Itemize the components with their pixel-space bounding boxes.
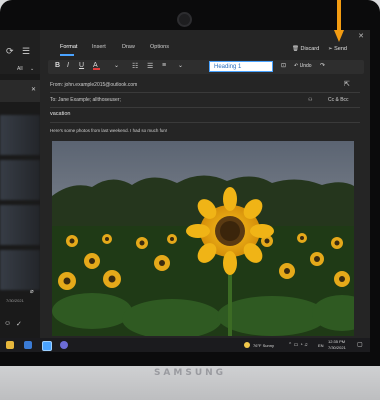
list-item[interactable] [0, 250, 40, 290]
from-field[interactable]: From: john.example2015@outlook.com [50, 82, 137, 88]
tab-insert[interactable]: Insert [92, 44, 106, 50]
close-window-icon[interactable]: ✕ [358, 32, 364, 40]
tab-draw[interactable]: Draw [122, 44, 135, 50]
redo-icon[interactable]: ↷ [320, 62, 325, 69]
taskbar: 76°F Sunny ⌃ ▭ ◔ ♫ EN 12:35 PM 7/30/2021… [0, 338, 370, 352]
ribbon-tabs: Format Insert Draw Options [40, 44, 370, 58]
send-label: Send [334, 46, 347, 52]
list-item[interactable] [0, 205, 40, 245]
list-item[interactable] [0, 115, 40, 155]
send-button[interactable]: ➢ Send [328, 46, 347, 52]
filter-dropdown[interactable]: All [17, 66, 23, 72]
active-tab-indicator [60, 54, 74, 56]
mail-icon[interactable] [42, 341, 52, 351]
chevron-down-icon[interactable]: ⌄ [178, 62, 183, 69]
tab-options[interactable]: Options [150, 44, 169, 50]
weather-icon[interactable] [244, 342, 250, 348]
popout-icon[interactable]: ⇱ [344, 80, 350, 88]
divider [50, 92, 360, 93]
discard-button[interactable]: 🗑 Discard [292, 46, 319, 52]
chevron-down-icon[interactable]: ⌄ [114, 62, 119, 69]
undo-label: Undo [299, 63, 312, 69]
chevron-down-icon[interactable]: ⌄ [30, 66, 34, 72]
compose-pane: ✕ Format Insert Draw Options 🗑 Discard ➢… [40, 30, 370, 338]
clock-time[interactable]: 12:35 PM [328, 339, 345, 344]
underline-button[interactable]: U [79, 62, 84, 69]
app-icon[interactable] [60, 341, 68, 349]
list-item[interactable] [0, 160, 40, 200]
bullets-icon[interactable]: ☷ [132, 62, 138, 70]
weather-text[interactable]: 76°F Sunny [253, 343, 274, 348]
divider [50, 107, 360, 108]
numbering-icon[interactable]: ☰ [147, 62, 153, 70]
language-indicator[interactable]: EN [318, 343, 324, 348]
people-icon[interactable]: ☺ [4, 320, 11, 327]
cc-bcc-button[interactable]: Cc & Bcc [328, 97, 349, 103]
tab-format[interactable]: Format [60, 44, 77, 50]
attachment-icon: ⌀ [30, 289, 34, 295]
close-icon[interactable]: ✕ [31, 86, 36, 93]
body-text[interactable]: Here's some photos from last weekend. I … [50, 128, 167, 133]
italic-button[interactable]: I [67, 62, 69, 69]
to-field[interactable]: To: Jane Example; allthoseuser; [50, 97, 121, 103]
screen: ⟳ ☰ All ⌄ ✕ ⌀ 7/30/2021 ☺ ✓ ✕ Format Ins… [0, 30, 370, 352]
bold-button[interactable]: B [55, 62, 60, 69]
clock-date[interactable]: 7/30/2021 [328, 345, 346, 350]
annotation-arrow [334, 0, 344, 42]
font-color-bar [93, 68, 100, 70]
align-icon[interactable]: ≡ [162, 62, 166, 69]
discard-label: Discard [300, 46, 320, 52]
undo-button[interactable]: ↶ Undo [294, 63, 312, 69]
sync-icon[interactable]: ⟳ [6, 46, 14, 57]
file-explorer-icon[interactable] [6, 341, 14, 349]
list-item-date: 7/30/2021 [6, 298, 24, 303]
format-ribbon: B I U A ⌄ ☷ ☰ ≡ ⌄ Heading 1 ⊡ ↶ Undo ↷ [48, 60, 364, 74]
clear-format-icon[interactable]: ⊡ [281, 62, 286, 69]
divider [50, 122, 360, 123]
system-tray-icons[interactable]: ⌃ ▭ ◔ ♫ [288, 342, 308, 348]
font-color-button[interactable]: A [93, 62, 100, 70]
sunflower-photo [52, 141, 354, 336]
person-add-icon[interactable]: ⚇ [308, 97, 312, 103]
webcam-icon [177, 12, 192, 27]
select-mode-icon[interactable]: ☰ [22, 46, 30, 57]
style-dropdown[interactable]: Heading 1 [209, 61, 273, 72]
brand-logo: SAMSUNG [153, 368, 227, 378]
edge-icon[interactable] [24, 341, 32, 349]
todo-icon[interactable]: ✓ [16, 320, 22, 328]
subject-field[interactable]: vacation [50, 111, 71, 117]
notification-icon[interactable]: ▢ [357, 341, 363, 348]
message-list-pane: ⟳ ☰ All ⌄ ✕ ⌀ 7/30/2021 ☺ ✓ [0, 30, 40, 338]
